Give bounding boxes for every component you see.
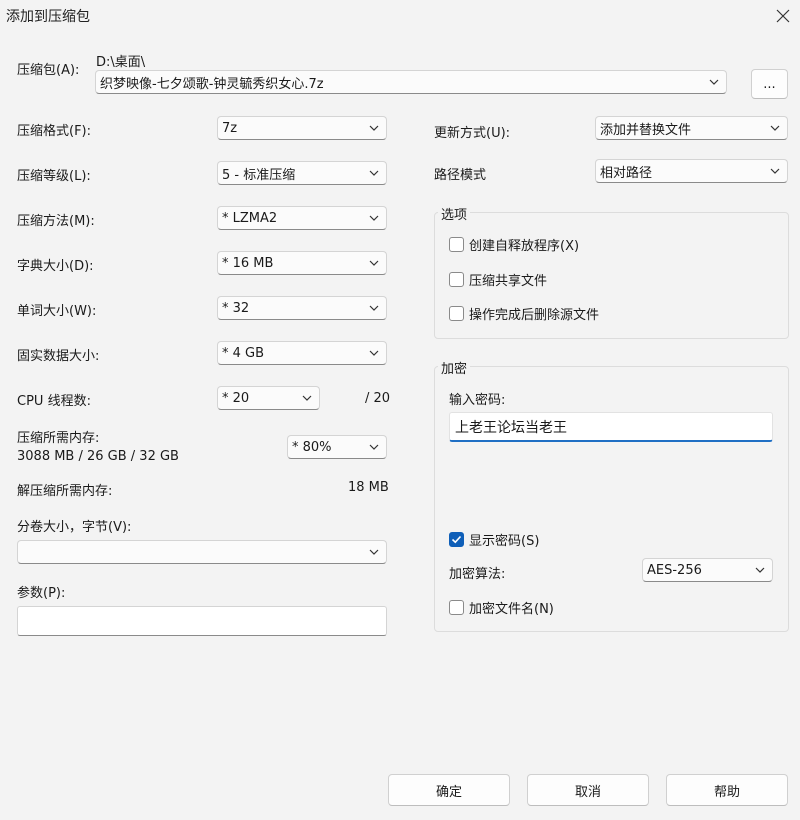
cpu-threads-combo[interactable]: * 20 [217, 386, 320, 410]
encryption-group-title: 加密 [438, 358, 471, 377]
solid-size-combo[interactable]: * 4 GB [217, 341, 387, 365]
update-mode-value: 添加并替换文件 [600, 122, 692, 138]
ok-button[interactable]: 确定 [388, 774, 510, 806]
chevron-down-icon [369, 305, 379, 311]
ok-button-label: 确定 [435, 784, 462, 800]
method-label: 压缩方法(M): [17, 214, 95, 229]
level-label: 压缩等级(L): [17, 169, 91, 184]
checkbox-box [449, 237, 464, 252]
archive-name-value: 织梦映像-七夕颂歌-钟灵毓秀织女心.7z [100, 76, 324, 92]
help-button[interactable]: 帮助 [666, 774, 788, 806]
mem-compress-value: * 80% [292, 439, 332, 455]
close-icon [776, 9, 790, 23]
encryption-method-combo[interactable]: AES-256 [642, 558, 773, 582]
word-size-combo[interactable]: * 32 [217, 296, 387, 320]
word-size-label: 单词大小(W): [17, 304, 97, 319]
cpu-threads-max: / 20 [365, 391, 391, 406]
mem-compress-label: 压缩所需内存: [17, 431, 100, 446]
cancel-button[interactable]: 取消 [527, 774, 649, 806]
mem-compress-combo[interactable]: * 80% [287, 435, 387, 459]
help-button-label: 帮助 [713, 784, 740, 800]
browse-button-label: ... [763, 76, 776, 92]
shared-files-label: 压缩共享文件 [469, 274, 548, 289]
split-combo[interactable] [17, 540, 387, 564]
window-title: 添加到压缩包 [6, 9, 90, 25]
encryption-method-value: AES-256 [647, 562, 702, 578]
dict-size-combo[interactable]: * 16 MB [217, 251, 387, 275]
format-value: 7z [222, 120, 238, 136]
encrypt-names-label: 加密文件名(N) [469, 602, 554, 617]
word-size-value: * 32 [222, 300, 250, 316]
shared-files-checkbox[interactable]: 压缩共享文件 [449, 270, 547, 289]
title-bar [0, 0, 800, 32]
format-label: 压缩格式(F): [17, 124, 92, 139]
delete-after-checkbox[interactable]: 操作完成后删除源文件 [449, 304, 599, 323]
params-label: 参数(P): [17, 586, 66, 601]
encrypt-names-checkbox[interactable]: 加密文件名(N) [449, 598, 554, 617]
path-mode-combo[interactable]: 相对路径 [595, 159, 788, 183]
dict-size-label: 字典大小(D): [17, 259, 94, 274]
encryption-method-label: 加密算法: [449, 567, 506, 582]
method-combo[interactable]: * LZMA2 [217, 206, 387, 230]
method-value: * LZMA2 [222, 210, 278, 226]
mem-decompress-value: 18 MB [348, 480, 389, 495]
chevron-down-icon [770, 125, 780, 131]
show-password-label: 显示密码(S) [469, 534, 540, 549]
password-label: 输入密码: [449, 393, 506, 408]
checkbox-box [449, 272, 464, 287]
mem-compress-detail: 3088 MB / 26 GB / 32 GB [17, 449, 179, 464]
archive-name-combo[interactable]: 织梦映像-七夕颂歌-钟灵毓秀织女心.7z [95, 70, 727, 94]
chevron-down-icon [369, 444, 379, 450]
sfx-checkbox[interactable]: 创建自释放程序(X) [449, 235, 579, 254]
path-mode-label: 路径模式 [434, 168, 487, 183]
checkmark-icon [451, 535, 462, 544]
mem-decompress-label: 解压缩所需内存: [17, 484, 113, 499]
solid-size-label: 固实数据大小: [17, 349, 100, 364]
browse-button[interactable]: ... [751, 69, 788, 99]
cancel-button-label: 取消 [574, 784, 601, 800]
archive-label: 压缩包(A): [17, 63, 80, 78]
chevron-down-icon [709, 79, 719, 85]
chevron-down-icon [369, 350, 379, 356]
chevron-down-icon [369, 549, 379, 555]
show-password-checkbox[interactable]: 显示密码(S) [449, 530, 539, 549]
chevron-down-icon [770, 168, 780, 174]
params-input[interactable] [17, 606, 387, 636]
solid-size-value: * 4 GB [222, 345, 265, 361]
chevron-down-icon [302, 395, 312, 401]
checkbox-box [449, 532, 464, 547]
path-mode-value: 相对路径 [600, 165, 653, 181]
cpu-threads-label: CPU 线程数: [17, 394, 91, 409]
checkbox-box [449, 306, 464, 321]
cpu-threads-value: * 20 [222, 390, 250, 406]
chevron-down-icon [755, 567, 765, 573]
close-button[interactable] [770, 4, 796, 28]
dict-size-value: * 16 MB [222, 255, 274, 271]
update-mode-combo[interactable]: 添加并替换文件 [595, 116, 788, 140]
format-combo[interactable]: 7z [217, 116, 387, 140]
chevron-down-icon [369, 215, 379, 221]
level-combo[interactable]: 5 - 标准压缩 [217, 161, 387, 185]
sfx-label: 创建自释放程序(X) [469, 239, 580, 254]
password-value: 上老王论坛当老王 [455, 419, 567, 436]
delete-after-label: 操作完成后删除源文件 [469, 308, 600, 323]
archive-path: D:\桌面\ [96, 55, 146, 70]
chevron-down-icon [369, 125, 379, 131]
split-label: 分卷大小，字节(V): [17, 520, 132, 535]
chevron-down-icon [369, 260, 379, 266]
level-value: 5 - 标准压缩 [222, 167, 296, 183]
update-mode-label: 更新方式(U): [434, 126, 511, 141]
checkbox-box [449, 600, 464, 615]
options-group-title: 选项 [438, 204, 471, 223]
password-input[interactable]: 上老王论坛当老王 [449, 412, 773, 442]
chevron-down-icon [369, 170, 379, 176]
